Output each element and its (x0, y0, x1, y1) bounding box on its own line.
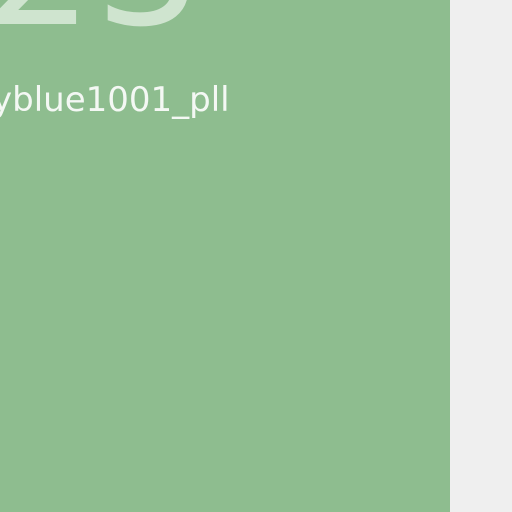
screen: 23 yblue1001_pll (0, 0, 512, 512)
tile-number: 23 (0, 0, 204, 50)
tile-card[interactable]: 23 yblue1001_pll (0, 0, 450, 512)
side-strip (450, 0, 512, 512)
tile-label: yblue1001_pll (0, 80, 230, 120)
